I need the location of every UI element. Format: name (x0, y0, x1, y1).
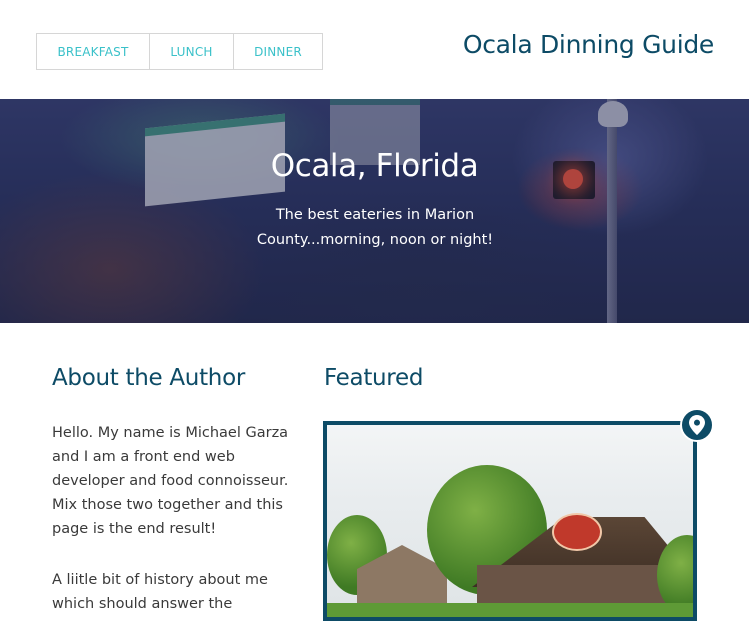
featured-restaurant-image[interactable] (323, 421, 697, 621)
nav-breakfast-link[interactable]: BREAKFAST (37, 34, 150, 69)
nav-lunch-link[interactable]: LUNCH (150, 34, 234, 69)
photo-lawn (327, 603, 693, 617)
nav-dinner-link[interactable]: DINNER (234, 34, 322, 69)
hero-tagline: The best eateries in Marion County...mor… (256, 207, 494, 248)
about-heading: About the Author (52, 365, 246, 391)
site-title[interactable]: Ocala Dinning Guide (463, 30, 714, 59)
map-pin-glyph (689, 415, 705, 435)
photo-restaurant-sign (552, 513, 602, 551)
site-header: BREAKFAST LUNCH DINNER Ocala Dinning Gui… (0, 0, 749, 99)
featured-photo (327, 425, 693, 617)
about-paragraph: Hello. My name is Michael Garza and I am… (52, 425, 289, 537)
hero-title: Ocala, Florida (270, 148, 479, 184)
hero-banner: Ocala, Florida The best eateries in Mari… (0, 99, 749, 323)
about-paragraph: A liitle bit of history about me which s… (52, 572, 268, 612)
map-pin-icon[interactable] (680, 408, 714, 442)
meal-nav: BREAKFAST LUNCH DINNER (36, 33, 323, 70)
featured-heading: Featured (324, 365, 424, 391)
